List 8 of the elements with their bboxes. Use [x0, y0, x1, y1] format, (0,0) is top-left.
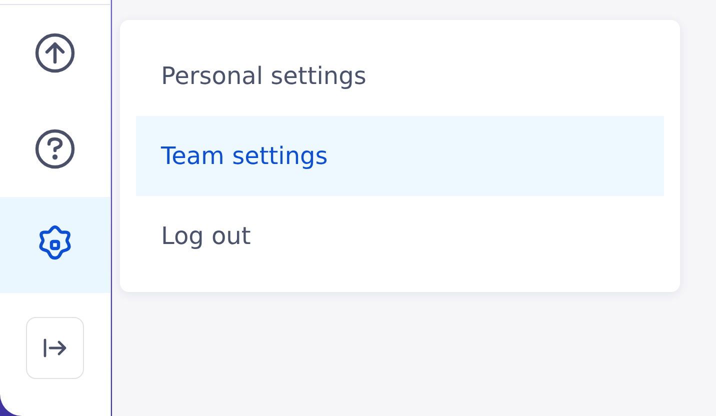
sidebar-item[interactable] [0, 197, 110, 293]
menu-item[interactable]: Log out [136, 196, 664, 276]
collapse-button[interactable] [26, 317, 84, 379]
arrow-right-bar-icon [43, 338, 67, 358]
menu-item[interactable]: Team settings [136, 116, 664, 196]
menu-item[interactable]: Personal settings [136, 36, 664, 116]
help-icon [35, 129, 75, 169]
upload-icon [35, 33, 75, 73]
